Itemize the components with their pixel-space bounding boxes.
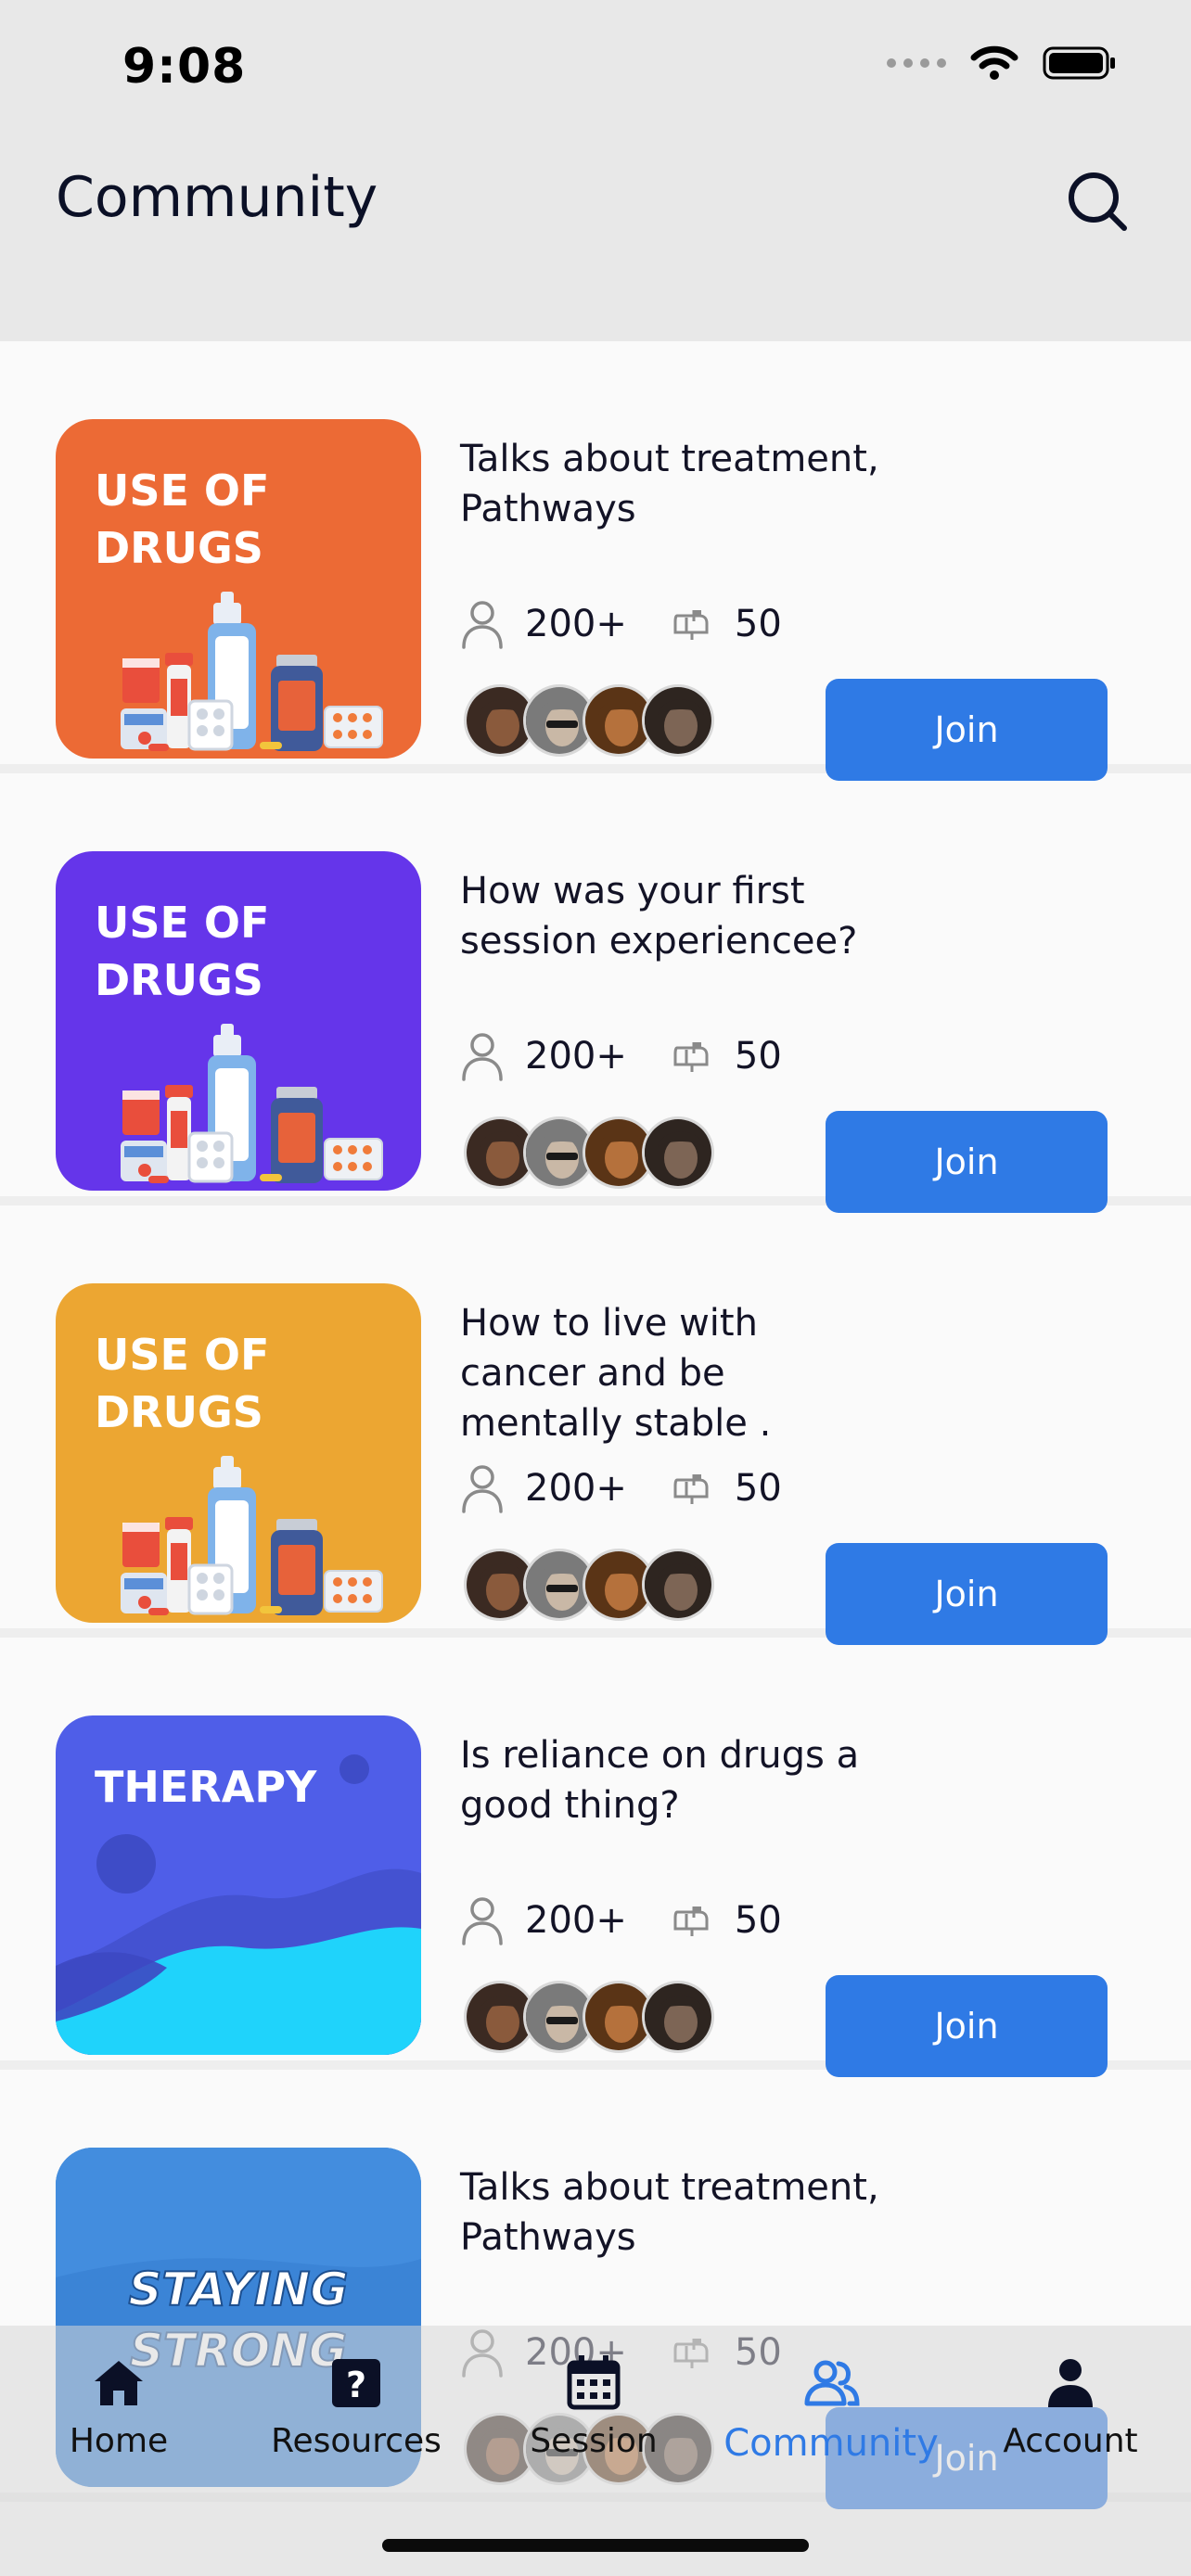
- message-count: 50: [734, 1899, 782, 1942]
- search-icon: [1069, 172, 1127, 231]
- calendar-icon: [567, 2355, 621, 2410]
- community-list: USE OF DRUGS Talks about treatment, Path…: [0, 341, 1191, 2509]
- avatar: [642, 1116, 714, 1189]
- community-title: How to live with cancer and be mentally …: [460, 1302, 772, 1445]
- thumbnail-title: USE OF DRUGS: [95, 898, 270, 1005]
- tab-account[interactable]: Account: [959, 2353, 1182, 2460]
- community-title: Talks about treatment, Pathways: [460, 438, 879, 530]
- thumbnail-title: USE OF DRUGS: [95, 1330, 270, 1437]
- app-header: Community: [0, 130, 1191, 341]
- join-button[interactable]: Join: [826, 679, 1108, 781]
- community-stats: 200+ 50: [460, 1895, 782, 1945]
- member-count: 200+: [525, 603, 627, 645]
- thumbnail-title: USE OF DRUGS: [95, 465, 270, 573]
- member-avatars: [464, 1116, 724, 1191]
- join-button[interactable]: Join: [826, 1975, 1108, 2077]
- member-icon: [462, 1897, 503, 1945]
- svg-text:STAYING: STAYING: [129, 2263, 349, 2316]
- battery-icon: [1043, 46, 1115, 80]
- avatar: [642, 684, 714, 757]
- community-stats: 200+ 50: [460, 1463, 782, 1513]
- mailbox-icon: [673, 1906, 709, 1936]
- thumbnail-title: THERAPY: [95, 1762, 317, 1812]
- search-button[interactable]: [1063, 167, 1132, 236]
- community-title: Talks about treatment, Pathways: [460, 2166, 879, 2259]
- tab-resources[interactable]: ? Resources: [245, 2353, 467, 2460]
- mailbox-icon: [673, 610, 709, 640]
- member-icon: [462, 1033, 503, 1081]
- people-icon: [804, 2360, 860, 2406]
- signal-icon: [887, 58, 946, 68]
- community-thumbnail[interactable]: THERAPY: [56, 1715, 421, 2055]
- avatar: [642, 1981, 714, 2053]
- tab-home[interactable]: Home: [7, 2353, 230, 2460]
- member-count: 200+: [525, 1035, 627, 1078]
- community-card[interactable]: USE OF DRUGS How was your first session …: [0, 773, 1191, 1213]
- community-stats: 200+ 50: [460, 1031, 782, 1081]
- join-button[interactable]: Join: [826, 1543, 1108, 1645]
- mailbox-icon: [673, 1474, 709, 1504]
- status-icons: [887, 45, 1117, 82]
- member-count: 200+: [525, 1467, 627, 1510]
- tab-label: Session: [530, 2422, 658, 2460]
- member-icon: [462, 601, 503, 649]
- home-icon: [95, 2361, 143, 2405]
- message-count: 50: [734, 1467, 782, 1510]
- tab-session[interactable]: Session: [482, 2353, 705, 2460]
- page-title: Community: [56, 165, 378, 230]
- tab-community[interactable]: Community: [720, 2353, 942, 2465]
- community-title: How was your first session experiencee?: [460, 870, 858, 963]
- community-card[interactable]: USE OF DRUGS Talks about treatment, Path…: [0, 341, 1191, 781]
- status-bar: 9:08: [0, 0, 1191, 130]
- wifi-icon: [970, 45, 1018, 80]
- person-icon: [1048, 2359, 1093, 2407]
- tab-label: Resources: [271, 2422, 442, 2460]
- tab-label: Home: [69, 2422, 169, 2460]
- mailbox-icon: [673, 1042, 709, 1072]
- message-count: 50: [734, 603, 782, 645]
- member-avatars: [464, 1981, 724, 2055]
- community-thumbnail[interactable]: USE OF DRUGS: [56, 851, 421, 1191]
- status-time: 9:08: [122, 39, 247, 95]
- community-stats: 200+ 50: [460, 599, 782, 649]
- member-avatars: [464, 684, 724, 759]
- member-avatars: [464, 1549, 724, 1623]
- community-card[interactable]: USE OF DRUGS How to live with cancer and…: [0, 1205, 1191, 1645]
- join-button[interactable]: Join: [826, 1111, 1108, 1213]
- community-thumbnail[interactable]: USE OF DRUGS: [56, 1283, 421, 1623]
- member-icon: [462, 1465, 503, 1513]
- tab-label: Account: [1003, 2422, 1138, 2460]
- community-card[interactable]: THERAPY Is reliance on drugs a good thin…: [0, 1638, 1191, 2077]
- question-icon: ?: [332, 2359, 380, 2407]
- message-count: 50: [734, 1035, 782, 1078]
- avatar: [642, 1549, 714, 1621]
- member-count: 200+: [525, 1899, 627, 1942]
- community-thumbnail[interactable]: USE OF DRUGS: [56, 419, 421, 759]
- tab-label: Community: [724, 2422, 939, 2465]
- community-title: Is reliance on drugs a good thing?: [460, 1734, 860, 1827]
- svg-text:?: ?: [346, 2365, 366, 2405]
- home-indicator: [382, 2539, 809, 2552]
